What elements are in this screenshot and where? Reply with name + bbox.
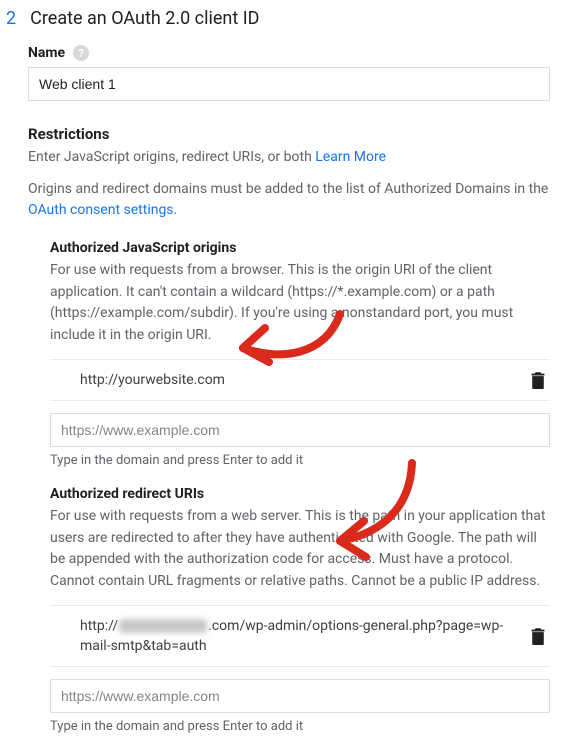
- help-icon[interactable]: ?: [73, 45, 89, 61]
- name-label: Name: [28, 45, 65, 61]
- restrictions-intro: Enter JavaScript origins, redirect URIs,…: [28, 147, 550, 169]
- domains-note-b: .: [174, 202, 178, 218]
- origin-entry-row: http://yourwebsite.com: [50, 360, 550, 401]
- restrictions-heading: Restrictions: [28, 125, 550, 143]
- restrictions-intro-text: Enter JavaScript origins, redirect URIs,…: [28, 149, 315, 165]
- js-origins-description: For use with requests from a browser. Th…: [50, 260, 550, 347]
- redirect-uris-heading: Authorized redirect URIs: [50, 486, 550, 502]
- redirect-entry-row: http://.com/wp-admin/options-general.php…: [50, 606, 550, 668]
- origin-entry-value: http://yourwebsite.com: [80, 370, 530, 390]
- redirect-uris-description: For use with requests from a web server.…: [50, 506, 550, 593]
- redirect-helper-text: Type in the domain and press Enter to ad…: [50, 719, 550, 734]
- redirect-entry-value: http://.com/wp-admin/options-general.php…: [80, 616, 530, 657]
- domains-note-a: Origins and redirect domains must be add…: [28, 181, 548, 197]
- redirect-add-input[interactable]: [50, 679, 550, 713]
- name-input[interactable]: [28, 67, 550, 101]
- origin-helper-text: Type in the domain and press Enter to ad…: [50, 453, 550, 468]
- trash-icon[interactable]: [530, 627, 546, 645]
- js-origins-heading: Authorized JavaScript origins: [50, 240, 550, 256]
- redacted-domain: [119, 619, 207, 633]
- step-number: 2: [6, 8, 16, 29]
- step-title: Create an OAuth 2.0 client ID: [30, 8, 259, 29]
- trash-icon[interactable]: [530, 371, 546, 389]
- redirect-prefix: http://: [80, 618, 118, 634]
- learn-more-link[interactable]: Learn More: [315, 149, 386, 165]
- restrictions-domains-note: Origins and redirect domains must be add…: [28, 179, 550, 222]
- oauth-consent-link[interactable]: OAuth consent settings: [28, 202, 174, 218]
- origin-add-input[interactable]: [50, 413, 550, 447]
